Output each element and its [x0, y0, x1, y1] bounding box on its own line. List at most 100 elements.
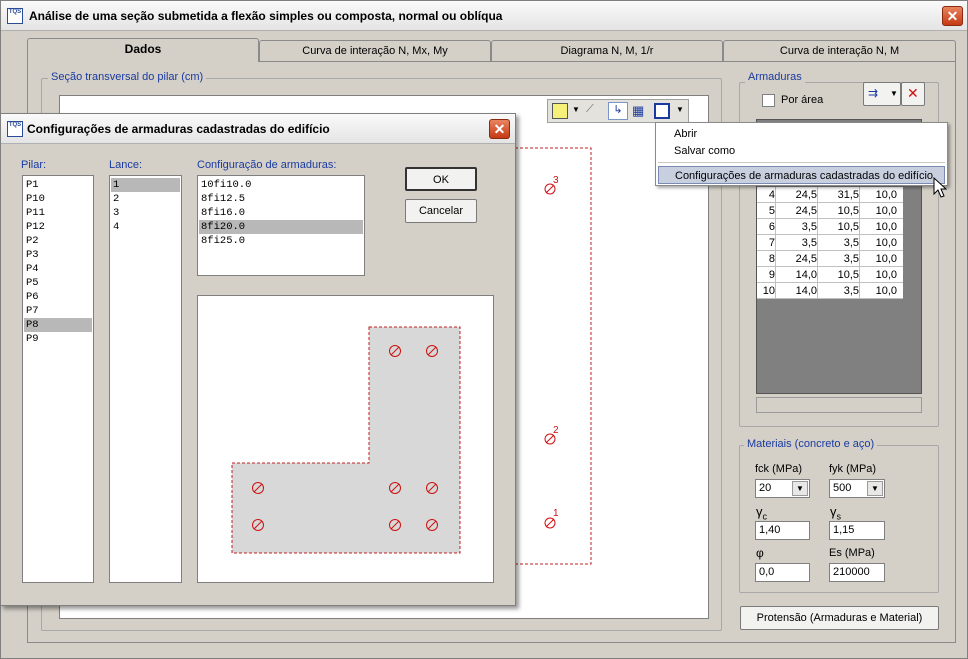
config-list-item[interactable]: 8fi16.0 [199, 206, 363, 220]
grid-icon[interactable]: ▦ [632, 103, 648, 119]
table-cell-n: 7 [768, 237, 775, 249]
pilar-list-item[interactable]: P10 [24, 192, 92, 206]
column-divider [817, 283, 818, 299]
tab-curva-n-m[interactable]: Curva de interação N, M [723, 40, 956, 62]
table-cell-n: 4 [768, 189, 775, 201]
gamma-c-input[interactable]: 1,40 [755, 521, 810, 540]
gamma-s-input[interactable]: 1,15 [829, 521, 885, 540]
tab-diagrama-n-m-r[interactable]: Diagrama N, M, 1/r [491, 40, 723, 62]
window-close-button[interactable]: ✕ [942, 6, 963, 26]
fit-view-icon[interactable] [654, 103, 670, 119]
dialog-close-button[interactable]: ✕ [489, 119, 510, 139]
pilar-list[interactable]: P1 P10 P11 P12 P2 P3 P4 P5 P6 P7 P8 P9 [22, 175, 94, 583]
column-divider [817, 187, 818, 203]
rebar-config-icon: ⇉ [868, 86, 879, 100]
rebar-config-button[interactable]: ⇉ ▼ [863, 82, 901, 106]
menu-item-salvar-como[interactable]: Salvar como [658, 142, 945, 160]
column-divider [775, 283, 776, 299]
table-cell-x: 24,5 [795, 189, 817, 201]
config-preview-canvas [197, 295, 494, 583]
es-input[interactable]: 210000 [829, 563, 885, 582]
pilar-list-item[interactable]: P2 [24, 234, 92, 248]
section-shape-icon[interactable] [552, 103, 568, 119]
cancel-button[interactable]: Cancelar [405, 199, 477, 223]
gamma-s-label: γs [830, 504, 841, 522]
config-list[interactable]: 10fi10.0 8fi12.5 8fi16.0 8fi20.0 8fi25.0 [197, 175, 365, 276]
pilar-list-item[interactable]: P7 [24, 304, 92, 318]
ok-button[interactable]: OK [405, 167, 477, 191]
chevron-down-icon-3: ▼ [890, 89, 898, 98]
pilar-list-item[interactable]: P6 [24, 290, 92, 304]
lance-list-item[interactable]: 2 [111, 192, 180, 206]
table-cell-x: 3,5 [801, 237, 817, 249]
pilar-list-item[interactable]: P4 [24, 262, 92, 276]
table-cell-y: 3,5 [843, 285, 859, 297]
lance-list-item[interactable]: 4 [111, 220, 180, 234]
pilar-label: Pilar: [21, 159, 47, 171]
column-divider [859, 235, 860, 251]
l-section-outline [231, 326, 461, 554]
pilar-list-item[interactable]: P8 [24, 318, 92, 332]
menu-item-abrir[interactable]: Abrir [658, 125, 945, 143]
column-divider [859, 267, 860, 283]
fyk-dropdown-arrow[interactable]: ▼ [867, 481, 883, 496]
column-divider [817, 235, 818, 251]
por-area-checkbox[interactable] [762, 94, 775, 107]
horizontal-scrollbar[interactable] [756, 397, 922, 413]
chevron-down-icon-2[interactable]: ▼ [676, 105, 684, 114]
lance-label: Lance: [109, 159, 143, 171]
table-row[interactable]: 9 14,0 10,5 10,0 [757, 267, 903, 283]
column-divider [859, 203, 860, 219]
column-divider [817, 203, 818, 219]
config-list-item[interactable]: 8fi20.0 [199, 220, 363, 234]
pilar-list-item[interactable]: P11 [24, 206, 92, 220]
table-cell-n: 9 [768, 269, 775, 281]
delete-rebar-button[interactable]: ✕ [901, 82, 925, 106]
fck-dropdown-arrow[interactable]: ▼ [792, 481, 808, 496]
table-row[interactable]: 7 3,5 3,5 10,0 [757, 235, 903, 251]
menu-item-config-armaduras[interactable]: Configurações de armaduras cadastradas d… [658, 166, 945, 184]
lance-list-item[interactable]: 1 [111, 178, 180, 192]
tab-curva-n-mx-my[interactable]: Curva de interação N, Mx, My [259, 40, 491, 62]
column-divider [859, 219, 860, 235]
table-cell-x: 14,0 [795, 269, 817, 281]
table-cell-d: 10,0 [875, 237, 897, 249]
column-divider [817, 251, 818, 267]
config-list-item[interactable]: 10fi10.0 [199, 178, 363, 192]
pilar-list-item[interactable]: P5 [24, 276, 92, 290]
column-divider [775, 203, 776, 219]
pilar-list-item[interactable]: P3 [24, 248, 92, 262]
table-row[interactable]: 4 24,5 31,5 10,0 [757, 187, 903, 203]
table-row[interactable]: 8 24,5 3,5 10,0 [757, 251, 903, 267]
chevron-down-icon[interactable]: ▼ [572, 105, 580, 114]
table-cell-n: 8 [768, 253, 775, 265]
dialog-title-bar: TQS Configurações de armaduras cadastrad… [1, 114, 515, 144]
table-row[interactable]: 6 3,5 10,5 10,0 [757, 219, 903, 235]
table-cell-y: 3,5 [843, 237, 859, 249]
protensao-button[interactable]: Protensão (Armaduras e Material) [740, 606, 939, 630]
hatch-tool-icon[interactable]: ⟋ [586, 103, 604, 119]
config-armaduras-dialog: TQS Configurações de armaduras cadastrad… [0, 113, 516, 606]
lance-list-item[interactable]: 3 [111, 206, 180, 220]
config-list-item[interactable]: 8fi12.5 [199, 192, 363, 206]
es-label: Es (MPa) [829, 547, 875, 559]
table-cell-x: 14,0 [795, 285, 817, 297]
config-list-item[interactable]: 8fi25.0 [199, 234, 363, 248]
title-bar: TQS Análise de uma seção submetida a fle… [1, 1, 967, 31]
table-row[interactable]: 10 14,0 3,5 10,0 [757, 283, 903, 299]
dimension-tool-icon[interactable]: ↳ [608, 102, 628, 120]
dialog-title: Configurações de armaduras cadastradas d… [27, 122, 330, 136]
tab-dados[interactable]: Dados [27, 38, 259, 62]
pilar-list-item[interactable]: P1 [24, 178, 92, 192]
pilar-list-item[interactable]: P9 [24, 332, 92, 346]
column-divider [859, 187, 860, 203]
column-divider [775, 251, 776, 267]
column-divider [817, 219, 818, 235]
lance-list[interactable]: 1234 [109, 175, 182, 583]
table-cell-y: 3,5 [843, 253, 859, 265]
column-divider [775, 219, 776, 235]
phi-input[interactable]: 0,0 [755, 563, 810, 582]
table-row[interactable]: 5 24,5 10,5 10,0 [757, 203, 903, 219]
table-cell-n: 5 [768, 205, 775, 217]
pilar-list-item[interactable]: P12 [24, 220, 92, 234]
